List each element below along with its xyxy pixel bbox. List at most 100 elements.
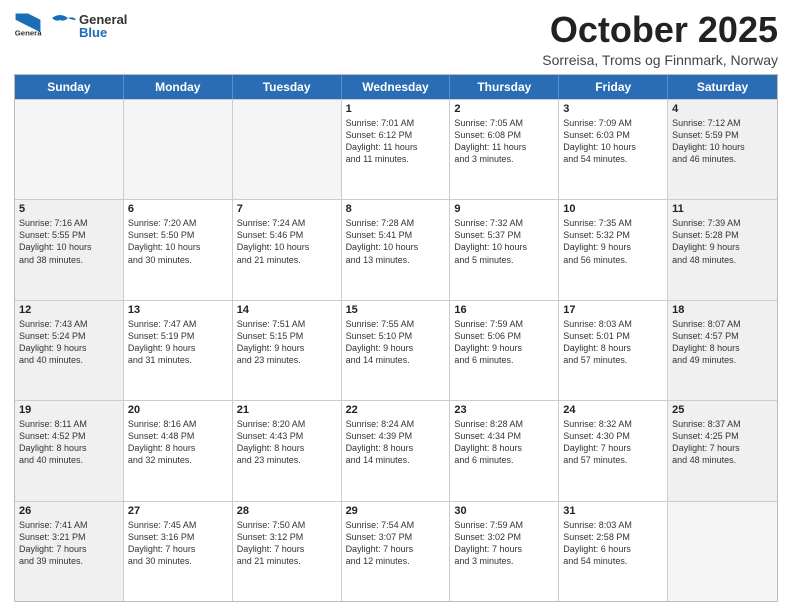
day-number: 16 xyxy=(454,304,554,316)
table-row: 3 Sunrise: 7:09 AM Sunset: 6:03 PM Daylig… xyxy=(559,100,668,199)
day-number: 9 xyxy=(454,203,554,215)
table-row: 15 Sunrise: 7:55 AM Sunset: 5:10 PM Dayli… xyxy=(342,301,451,400)
day-number: 15 xyxy=(346,304,446,316)
header-day-sunday: Sunday xyxy=(15,75,124,99)
day-number: 6 xyxy=(128,203,228,215)
day-number: 13 xyxy=(128,304,228,316)
table-row: 26 Sunrise: 7:41 AM Sunset: 3:21 PM Dayli… xyxy=(15,502,124,601)
day-info: Sunrise: 8:24 AM Sunset: 4:39 PM Dayligh… xyxy=(346,418,446,467)
day-number: 14 xyxy=(237,304,337,316)
table-row: 7 Sunrise: 7:24 AM Sunset: 5:46 PM Daylig… xyxy=(233,200,342,299)
day-info: Sunrise: 8:28 AM Sunset: 4:34 PM Dayligh… xyxy=(454,418,554,467)
day-info: Sunrise: 7:50 AM Sunset: 3:12 PM Dayligh… xyxy=(237,519,337,568)
day-number: 2 xyxy=(454,103,554,115)
calendar: SundayMondayTuesdayWednesdayThursdayFrid… xyxy=(14,74,778,602)
table-row: 2 Sunrise: 7:05 AM Sunset: 6:08 PM Daylig… xyxy=(450,100,559,199)
table-row: 8 Sunrise: 7:28 AM Sunset: 5:41 PM Daylig… xyxy=(342,200,451,299)
table-row: 30 Sunrise: 7:59 AM Sunset: 3:02 PM Dayli… xyxy=(450,502,559,601)
day-info: Sunrise: 7:35 AM Sunset: 5:32 PM Dayligh… xyxy=(563,217,663,266)
day-number: 7 xyxy=(237,203,337,215)
day-info: Sunrise: 7:20 AM Sunset: 5:50 PM Dayligh… xyxy=(128,217,228,266)
calendar-body: 1Sunrise: 7:01 AM Sunset: 6:12 PM Daylig… xyxy=(15,99,777,601)
table-row: 16 Sunrise: 7:59 AM Sunset: 5:06 PM Dayli… xyxy=(450,301,559,400)
table-row: 31 Sunrise: 8:03 AM Sunset: 2:58 PM Dayli… xyxy=(559,502,668,601)
day-number: 31 xyxy=(563,505,663,517)
day-number: 18 xyxy=(672,304,773,316)
day-number: 24 xyxy=(563,404,663,416)
day-info: Sunrise: 8:32 AM Sunset: 4:30 PM Dayligh… xyxy=(563,418,663,467)
table-row: 5 Sunrise: 7:16 AM Sunset: 5:55 PM Daylig… xyxy=(15,200,124,299)
day-info: Sunrise: 8:16 AM Sunset: 4:48 PM Dayligh… xyxy=(128,418,228,467)
table-row xyxy=(233,100,342,199)
day-number: 1 xyxy=(346,103,446,115)
table-row: 9Sunrise: 7:32 AM Sunset: 5:37 PM Daylig… xyxy=(450,200,559,299)
day-number: 20 xyxy=(128,404,228,416)
day-number: 4 xyxy=(672,103,773,115)
logo: General General Blue xyxy=(14,10,127,42)
logo-blue-text: Blue xyxy=(79,25,107,40)
table-row: 1Sunrise: 7:01 AM Sunset: 6:12 PM Daylig… xyxy=(342,100,451,199)
day-info: Sunrise: 8:03 AM Sunset: 5:01 PM Dayligh… xyxy=(563,318,663,367)
day-number: 5 xyxy=(19,203,119,215)
calendar-header: SundayMondayTuesdayWednesdayThursdayFrid… xyxy=(15,75,777,99)
page: General General Blue xyxy=(0,0,792,612)
day-info: Sunrise: 8:07 AM Sunset: 4:57 PM Dayligh… xyxy=(672,318,773,367)
day-number: 26 xyxy=(19,505,119,517)
logo-bird-icon xyxy=(44,10,76,42)
week-row-2: 5 Sunrise: 7:16 AM Sunset: 5:55 PM Daylig… xyxy=(15,199,777,299)
day-info: Sunrise: 7:24 AM Sunset: 5:46 PM Dayligh… xyxy=(237,217,337,266)
day-number: 23 xyxy=(454,404,554,416)
day-info: Sunrise: 7:41 AM Sunset: 3:21 PM Dayligh… xyxy=(19,519,119,568)
table-row: 17Sunrise: 8:03 AM Sunset: 5:01 PM Dayli… xyxy=(559,301,668,400)
table-row: 10 Sunrise: 7:35 AM Sunset: 5:32 PM Dayli… xyxy=(559,200,668,299)
table-row: 23 Sunrise: 8:28 AM Sunset: 4:34 PM Dayli… xyxy=(450,401,559,500)
table-row xyxy=(124,100,233,199)
day-number: 12 xyxy=(19,304,119,316)
day-number: 30 xyxy=(454,505,554,517)
day-number: 25 xyxy=(672,404,773,416)
week-row-1: 1Sunrise: 7:01 AM Sunset: 6:12 PM Daylig… xyxy=(15,99,777,199)
day-info: Sunrise: 8:03 AM Sunset: 2:58 PM Dayligh… xyxy=(563,519,663,568)
day-info: Sunrise: 7:47 AM Sunset: 5:19 PM Dayligh… xyxy=(128,318,228,367)
table-row: 19Sunrise: 8:11 AM Sunset: 4:52 PM Dayli… xyxy=(15,401,124,500)
day-info: Sunrise: 7:59 AM Sunset: 5:06 PM Dayligh… xyxy=(454,318,554,367)
day-info: Sunrise: 7:05 AM Sunset: 6:08 PM Dayligh… xyxy=(454,117,554,166)
day-number: 22 xyxy=(346,404,446,416)
table-row: 4 Sunrise: 7:12 AM Sunset: 5:59 PM Daylig… xyxy=(668,100,777,199)
day-info: Sunrise: 7:16 AM Sunset: 5:55 PM Dayligh… xyxy=(19,217,119,266)
day-info: Sunrise: 7:09 AM Sunset: 6:03 PM Dayligh… xyxy=(563,117,663,166)
day-number: 11 xyxy=(672,203,773,215)
day-number: 27 xyxy=(128,505,228,517)
day-info: Sunrise: 7:43 AM Sunset: 5:24 PM Dayligh… xyxy=(19,318,119,367)
header-day-friday: Friday xyxy=(559,75,668,99)
day-info: Sunrise: 7:28 AM Sunset: 5:41 PM Dayligh… xyxy=(346,217,446,266)
table-row xyxy=(15,100,124,199)
day-info: Sunrise: 7:51 AM Sunset: 5:15 PM Dayligh… xyxy=(237,318,337,367)
table-row: 25 Sunrise: 8:37 AM Sunset: 4:25 PM Dayli… xyxy=(668,401,777,500)
day-info: Sunrise: 8:37 AM Sunset: 4:25 PM Dayligh… xyxy=(672,418,773,467)
table-row: 12 Sunrise: 7:43 AM Sunset: 5:24 PM Dayli… xyxy=(15,301,124,400)
day-info: Sunrise: 7:12 AM Sunset: 5:59 PM Dayligh… xyxy=(672,117,773,166)
day-info: Sunrise: 8:11 AM Sunset: 4:52 PM Dayligh… xyxy=(19,418,119,467)
svg-text:General: General xyxy=(15,28,42,37)
day-info: Sunrise: 8:20 AM Sunset: 4:43 PM Dayligh… xyxy=(237,418,337,467)
table-row: 28 Sunrise: 7:50 AM Sunset: 3:12 PM Dayli… xyxy=(233,502,342,601)
header-day-monday: Monday xyxy=(124,75,233,99)
day-number: 10 xyxy=(563,203,663,215)
header-day-tuesday: Tuesday xyxy=(233,75,342,99)
day-info: Sunrise: 7:55 AM Sunset: 5:10 PM Dayligh… xyxy=(346,318,446,367)
day-number: 8 xyxy=(346,203,446,215)
table-row: 22 Sunrise: 8:24 AM Sunset: 4:39 PM Dayli… xyxy=(342,401,451,500)
header-day-thursday: Thursday xyxy=(450,75,559,99)
week-row-5: 26 Sunrise: 7:41 AM Sunset: 3:21 PM Dayli… xyxy=(15,501,777,601)
day-number: 3 xyxy=(563,103,663,115)
table-row: 20 Sunrise: 8:16 AM Sunset: 4:48 PM Dayli… xyxy=(124,401,233,500)
day-number: 28 xyxy=(237,505,337,517)
header-day-wednesday: Wednesday xyxy=(342,75,451,99)
day-info: Sunrise: 7:59 AM Sunset: 3:02 PM Dayligh… xyxy=(454,519,554,568)
table-row: 21Sunrise: 8:20 AM Sunset: 4:43 PM Dayli… xyxy=(233,401,342,500)
week-row-3: 12 Sunrise: 7:43 AM Sunset: 5:24 PM Dayli… xyxy=(15,300,777,400)
table-row: 13 Sunrise: 7:47 AM Sunset: 5:19 PM Dayli… xyxy=(124,301,233,400)
day-info: Sunrise: 7:39 AM Sunset: 5:28 PM Dayligh… xyxy=(672,217,773,266)
table-row: 27Sunrise: 7:45 AM Sunset: 3:16 PM Dayli… xyxy=(124,502,233,601)
